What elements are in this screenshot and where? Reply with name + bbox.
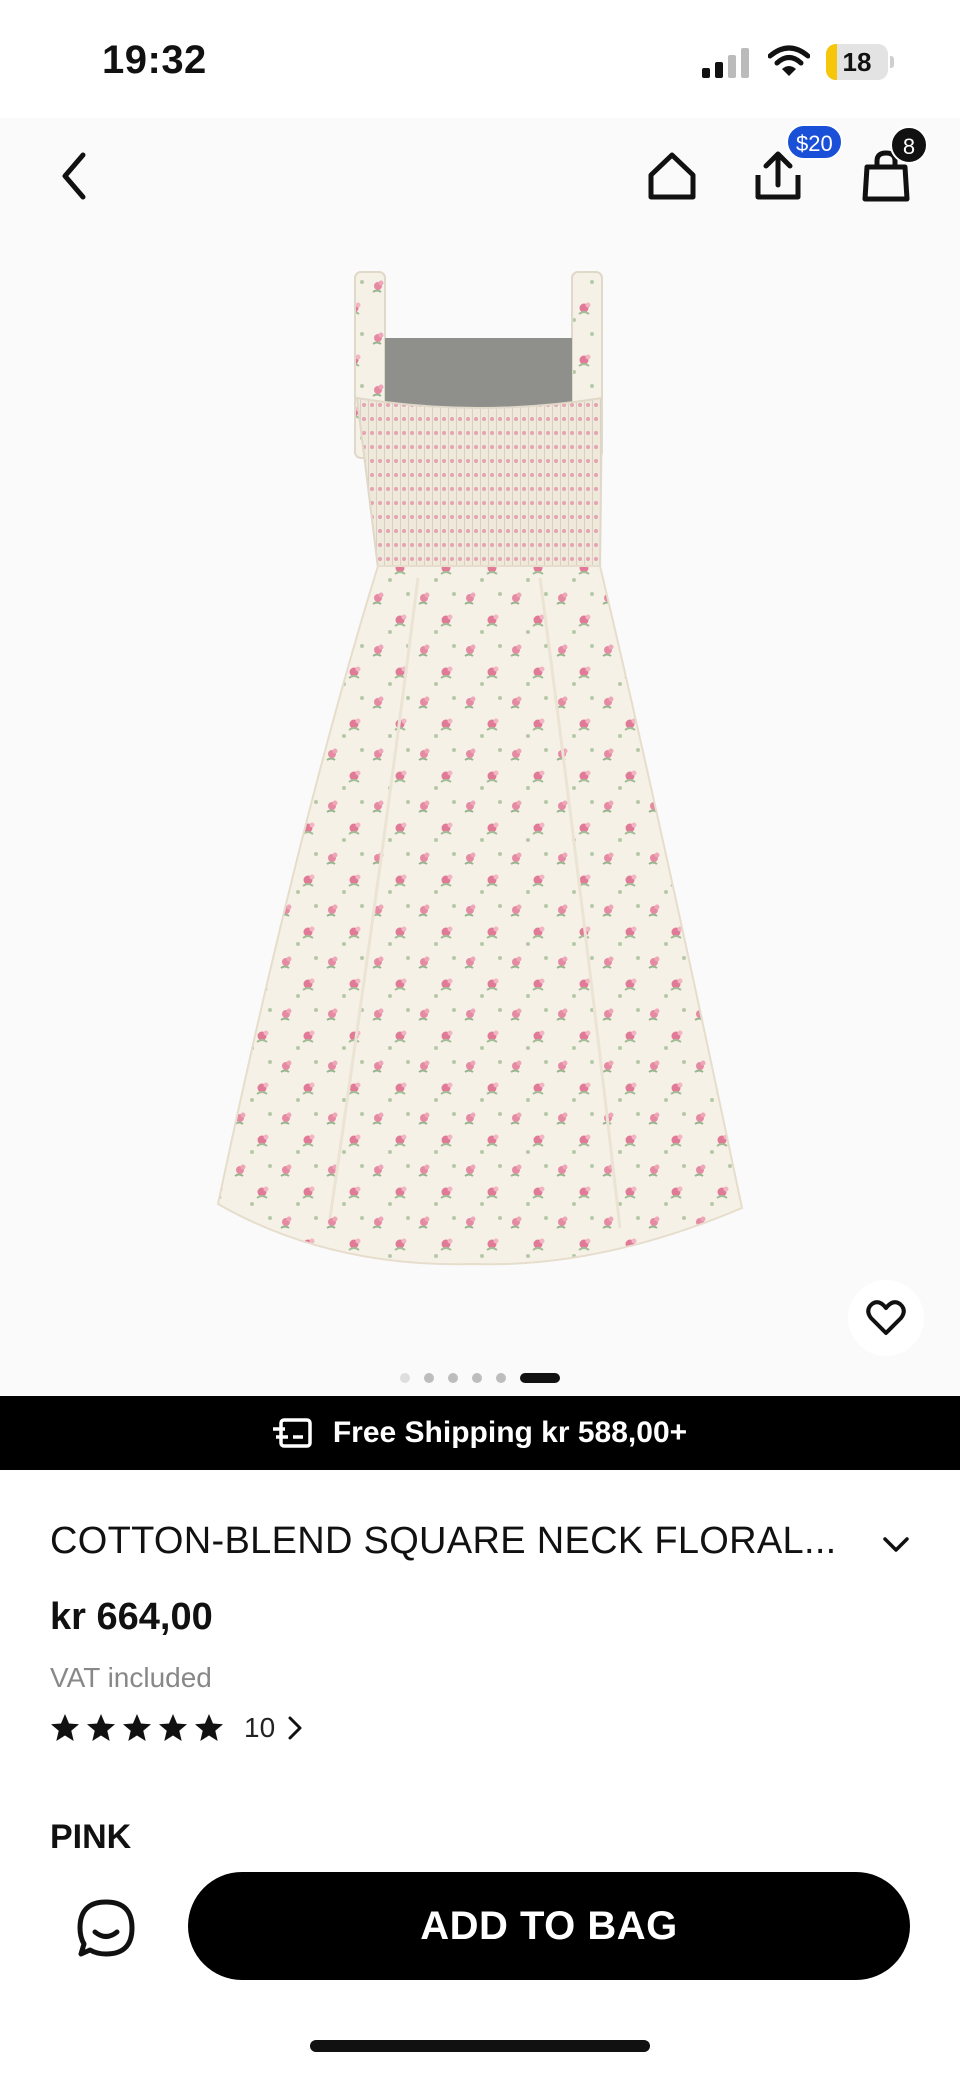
heart-icon (866, 1300, 906, 1335)
star-icon (159, 1714, 187, 1741)
product-price: kr 664,00 (50, 1596, 213, 1638)
star-icon (195, 1714, 223, 1741)
carousel-dot[interactable] (448, 1373, 458, 1383)
bag-count-badge: 8 (890, 126, 928, 164)
carousel-dot[interactable] (496, 1373, 506, 1383)
home-icon (648, 152, 696, 200)
status-bar: 19:32 18 (0, 0, 960, 118)
wifi-icon (768, 45, 810, 76)
chat-icon (77, 1899, 135, 1957)
wishlist-button[interactable] (848, 1280, 924, 1356)
vat-note: VAT included (50, 1662, 212, 1693)
carousel-dot[interactable] (424, 1373, 434, 1383)
product-title: COTTON-BLEND SQUARE NECK FLORAL... (50, 1520, 837, 1562)
chevron-right-icon (287, 1713, 311, 1743)
cellular-signal-icon (702, 48, 749, 78)
battery-indicator: 18 (826, 44, 894, 80)
status-time: 19:32 (102, 38, 207, 82)
star-icon (51, 1714, 79, 1741)
add-to-bag-button[interactable]: ADD TO BAG (188, 1872, 910, 1980)
expand-title-button[interactable] (876, 1528, 916, 1562)
carousel-dot[interactable] (472, 1373, 482, 1383)
shipping-banner[interactable]: Free Shipping kr 588,00+ (0, 1396, 960, 1470)
carousel-dot-active[interactable] (520, 1373, 560, 1383)
star-icon (123, 1714, 151, 1741)
shipping-icon (272, 1418, 312, 1448)
product-image-gallery[interactable]: $20 8 (0, 118, 960, 1396)
rating-row[interactable]: 10 (50, 1708, 311, 1748)
share-reward-badge: $20 (786, 124, 843, 160)
chat-button[interactable] (68, 1890, 144, 1966)
home-indicator[interactable] (310, 2040, 650, 2052)
color-label: PINK (50, 1818, 132, 1856)
carousel-dots[interactable] (0, 1370, 960, 1386)
back-button[interactable] (44, 140, 104, 212)
carousel-dot[interactable] (400, 1373, 410, 1383)
rating-stars (50, 1713, 224, 1743)
floral-dress-image (216, 271, 744, 1266)
review-count: 10 (244, 1712, 276, 1743)
home-button[interactable] (636, 140, 708, 212)
star-icon (87, 1714, 115, 1741)
chevron-down-icon (883, 1537, 909, 1552)
shipping-text: Free Shipping kr 588,00+ (332, 1416, 688, 1449)
battery-level: 18 (842, 47, 872, 77)
chevron-left-icon (62, 152, 86, 200)
